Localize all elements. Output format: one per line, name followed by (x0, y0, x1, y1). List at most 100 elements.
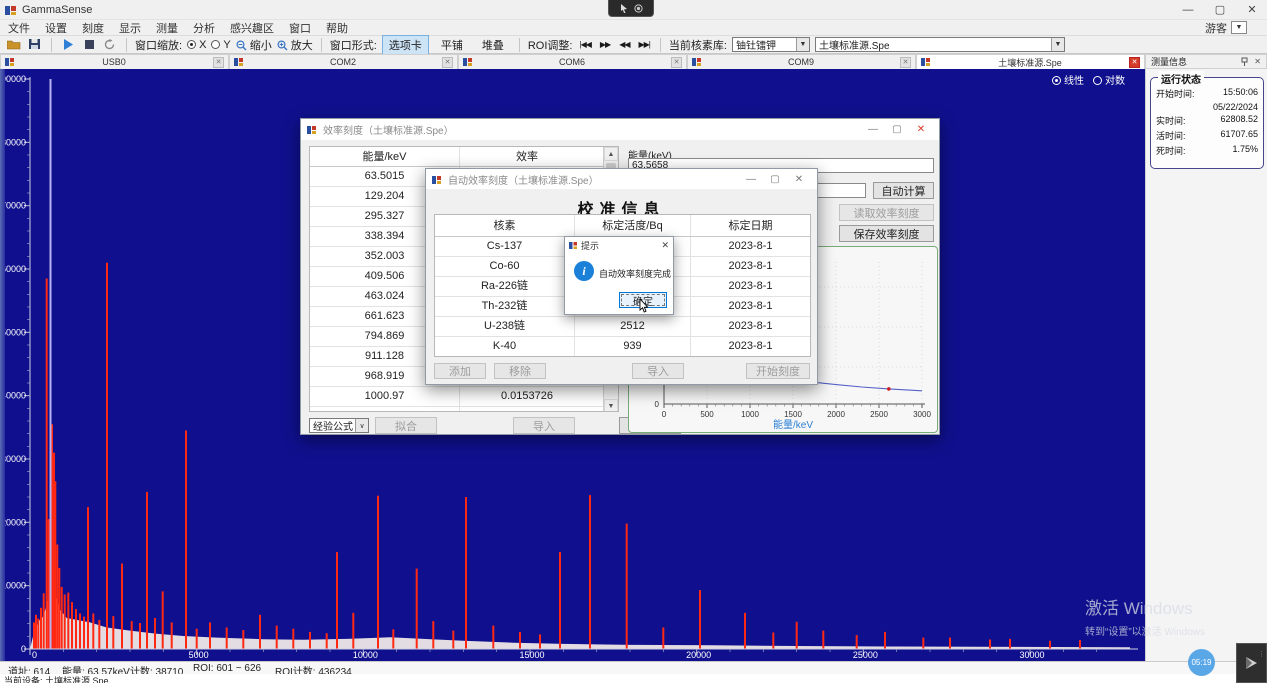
save-calibration-button[interactable]: 保存效率刻度 (839, 225, 934, 242)
minimize-icon[interactable]: — (861, 124, 885, 135)
menu-item-6[interactable]: 感兴趣区 (230, 20, 274, 36)
nuclide-library-select[interactable]: 铀钍镭钾▼ (732, 37, 810, 52)
zoom-out-button[interactable]: 缩小 (236, 37, 272, 53)
remove-button[interactable]: 移除 (494, 363, 546, 379)
more-dots-icon: ⋮ (1258, 652, 1265, 657)
maximize-icon[interactable]: ▢ (885, 124, 909, 135)
close-icon[interactable]: ✕ (661, 240, 669, 251)
close-icon[interactable]: ✕ (1237, 0, 1267, 20)
tab-COM2[interactable]: COM2✕ (229, 54, 458, 69)
roi-forward-button[interactable]: ▶▶ (598, 40, 612, 49)
mode-stack-button[interactable]: 堆叠 (475, 35, 511, 55)
refresh-button[interactable] (102, 37, 118, 52)
close-panel-icon[interactable]: ✕ (1254, 57, 1261, 66)
mode-tab-button[interactable]: 选项卡 (382, 35, 429, 55)
stop-button[interactable] (81, 37, 97, 52)
screen-recorder-bar[interactable] (608, 0, 654, 17)
minimize-icon[interactable]: — (1173, 0, 1203, 20)
run-status-label: 活时间: (1156, 129, 1186, 142)
table-cell: 2512 (575, 317, 691, 336)
start-calibration-button[interactable]: 开始刻度 (746, 363, 810, 379)
import-button[interactable]: 导入 (632, 363, 684, 379)
window-edge (0, 69, 5, 661)
video-player-overlay[interactable]: ⋮ (1236, 643, 1267, 683)
maximize-icon[interactable]: ▢ (763, 174, 787, 185)
close-icon[interactable]: ✕ (787, 174, 811, 185)
start-button[interactable] (60, 37, 76, 52)
scroll-down-icon[interactable]: ▼ (604, 399, 618, 412)
add-button[interactable]: 添加 (434, 363, 486, 379)
tab-close-icon[interactable]: ✕ (213, 57, 224, 68)
read-calibration-button[interactable]: 读取效率刻度 (839, 204, 934, 221)
save-button[interactable] (27, 37, 43, 52)
import-button[interactable]: 导入 (513, 417, 575, 434)
zoom-y-radio[interactable]: Y (211, 39, 230, 51)
menu-item-0[interactable]: 文件 (8, 20, 30, 36)
auto-calc-button[interactable]: 自动计算 (873, 182, 934, 199)
run-status-label: 死时间: (1156, 144, 1186, 157)
roi-last-button[interactable]: ▶▶| (637, 40, 652, 49)
tab-USB0[interactable]: USB0✕ (0, 54, 229, 69)
magnifier-minus-icon (236, 40, 247, 51)
formula-select[interactable]: 经验公式∨ (309, 418, 369, 433)
roi-first-button[interactable]: |◀◀ (577, 40, 592, 49)
user-dropdown-icon[interactable]: ▼ (1231, 21, 1247, 34)
svg-text:0: 0 (32, 650, 37, 660)
column-header: 效率 (460, 147, 594, 166)
pin-icon[interactable] (1240, 57, 1249, 66)
cursor-icon (620, 4, 628, 13)
chevron-down-icon[interactable]: ▼ (796, 38, 809, 51)
recording-timer[interactable]: 05:19 (1188, 649, 1215, 676)
maximize-icon[interactable]: ▢ (1205, 0, 1235, 20)
tab-close-icon[interactable]: ✕ (1129, 57, 1140, 68)
table-row[interactable]: 1120.290.0141032 (310, 407, 618, 412)
run-status-label: 开始时间: (1156, 87, 1195, 100)
user-name: 游客 (1205, 20, 1227, 36)
radio-icon (187, 40, 196, 49)
tab-close-icon[interactable]: ✕ (671, 57, 682, 68)
tab-label: COM2 (244, 57, 442, 67)
open-file-button[interactable] (6, 37, 22, 52)
menu-item-3[interactable]: 显示 (119, 20, 141, 36)
menu-item-7[interactable]: 窗口 (289, 20, 311, 36)
log-radio[interactable]: 对数 (1093, 72, 1125, 87)
current-spectrum-select[interactable]: 土壤标准源.Spe▼ (815, 37, 1065, 52)
auto-dialog-titlebar[interactable]: 自动效率刻度（土壤标准源.Spe） — ▢ ✕ (426, 169, 817, 189)
menu-item-8[interactable]: 帮助 (326, 20, 348, 36)
close-icon[interactable]: ✕ (909, 124, 933, 135)
menu-item-2[interactable]: 刻度 (82, 20, 104, 36)
table-row[interactable]: U-238链25122023-8-1 (435, 317, 810, 337)
user-box[interactable]: 游客 ▼ (1205, 20, 1247, 35)
tab-close-icon[interactable]: ✕ (442, 57, 453, 68)
zoom-in-button[interactable]: 放大 (277, 37, 313, 53)
fit-button[interactable]: 拟合 (375, 417, 437, 434)
minimize-icon[interactable]: — (739, 174, 763, 185)
table-row[interactable]: 1000.970.0153726 (310, 387, 618, 407)
scroll-up-icon[interactable]: ▲ (604, 147, 618, 161)
zoom-x-radio[interactable]: X (187, 39, 206, 51)
tab-土壤标准源.Spe[interactable]: 土壤标准源.Spe✕ (916, 54, 1145, 69)
scale-toggle: 线性 对数 (1052, 72, 1125, 87)
mode-tile-button[interactable]: 平铺 (434, 35, 470, 55)
separator (321, 38, 322, 52)
run-status-value: 15:50:06 (1223, 87, 1258, 100)
chevron-down-icon[interactable]: ▼ (1051, 38, 1064, 51)
menu-item-1[interactable]: 设置 (45, 20, 67, 36)
messagebox-titlebar[interactable]: 提示 ✕ (565, 237, 673, 253)
svg-text:5000: 5000 (189, 650, 209, 660)
tab-COM6[interactable]: COM6✕ (458, 54, 687, 69)
table-row[interactable]: K-409392023-8-1 (435, 337, 810, 357)
linear-radio[interactable]: 线性 (1052, 72, 1084, 87)
menu-item-4[interactable]: 测量 (156, 20, 178, 36)
tab-COM9[interactable]: COM9✕ (687, 54, 916, 69)
column-header: 标定日期 (691, 215, 810, 236)
tab-close-icon[interactable]: ✕ (900, 57, 911, 68)
run-status-value: 62808.52 (1220, 114, 1258, 127)
app-icon (307, 124, 318, 135)
efficiency-dialog-titlebar[interactable]: 效率刻度（土壤标准源.Spe） — ▢ ✕ (301, 119, 939, 140)
menu-item-5[interactable]: 分析 (193, 20, 215, 36)
chevron-down-icon: ∨ (355, 419, 368, 432)
roi-back-button[interactable]: ◀◀ (617, 40, 631, 49)
run-status-row: 05/22/2024 (1151, 100, 1263, 112)
info-icon: i (574, 261, 594, 281)
